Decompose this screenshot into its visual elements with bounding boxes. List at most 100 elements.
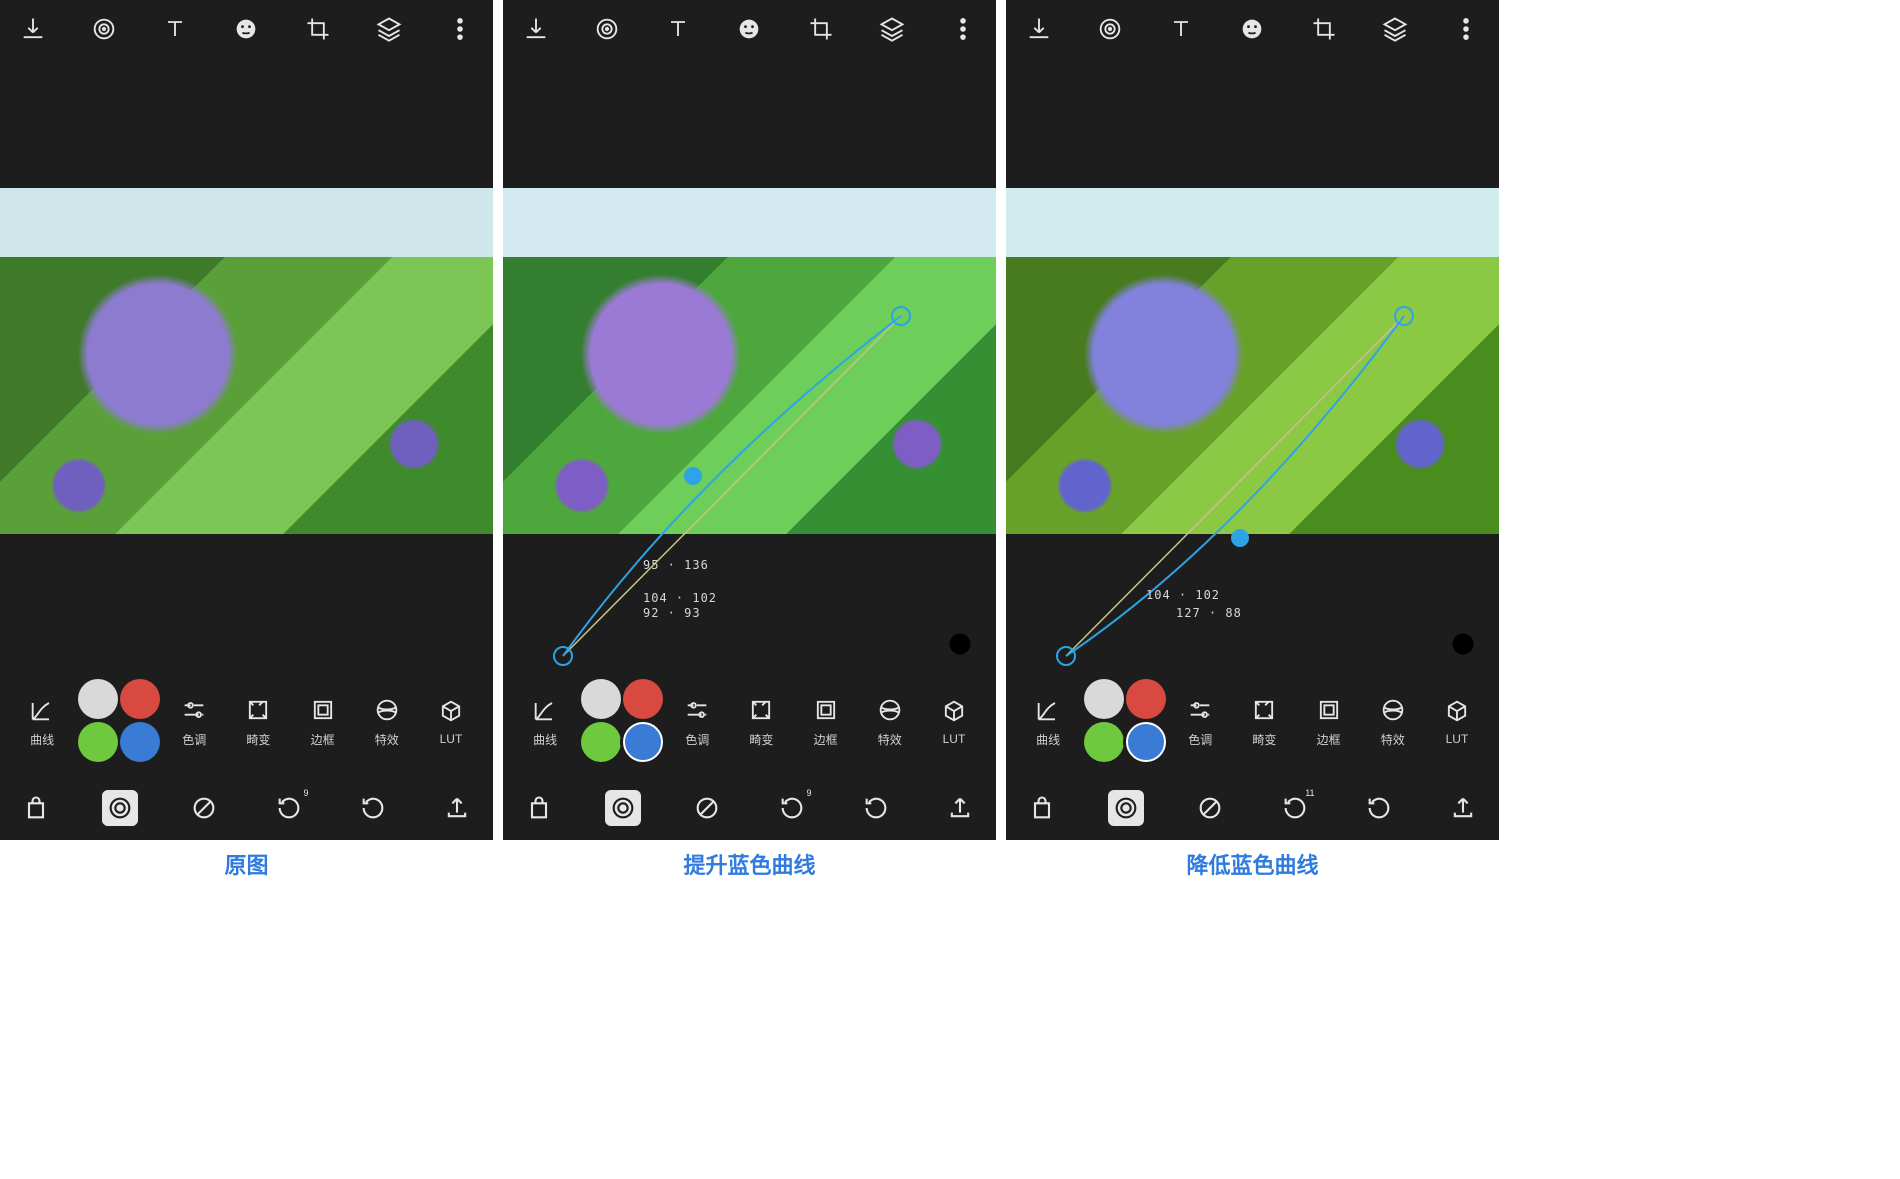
tool-border-label: 边框	[1317, 731, 1341, 748]
tone-icon	[682, 695, 712, 725]
face-icon[interactable]	[229, 12, 263, 46]
text-icon[interactable]	[158, 12, 192, 46]
download-icon[interactable]	[16, 12, 50, 46]
store-icon[interactable]	[18, 790, 54, 826]
download-icon[interactable]	[519, 12, 553, 46]
tool-distort[interactable]: 畸变	[226, 695, 290, 748]
tool-fx-label: 特效	[878, 731, 902, 748]
history-button[interactable]: 9	[271, 790, 307, 826]
layers-icon[interactable]	[372, 12, 406, 46]
more-icon[interactable]	[443, 12, 477, 46]
channel-blue-dot[interactable]	[623, 722, 663, 762]
store-icon[interactable]	[521, 790, 557, 826]
lut-icon	[436, 696, 466, 726]
compare-toggle[interactable]	[605, 790, 641, 826]
tool-border[interactable]: 边框	[291, 695, 355, 748]
tool-tone[interactable]: 色调	[1168, 695, 1232, 748]
edited-photo	[1006, 188, 1499, 534]
compare-toggle[interactable]	[1108, 790, 1144, 826]
tool-tone[interactable]: 色调	[162, 695, 226, 748]
channel-luma-dot[interactable]	[1084, 679, 1124, 719]
compare-toggle[interactable]	[102, 790, 138, 826]
crop-icon[interactable]	[1307, 12, 1341, 46]
tool-curves[interactable]: 曲线	[1016, 695, 1080, 748]
channel-green-dot[interactable]	[1084, 722, 1124, 762]
channel-red-dot[interactable]	[1126, 679, 1166, 719]
channel-luma-dot[interactable]	[581, 679, 621, 719]
image-stage[interactable]: 104 · 102127 · 88	[1006, 58, 1499, 666]
more-icon[interactable]	[1449, 12, 1483, 46]
share-button[interactable]	[942, 790, 978, 826]
disable-effects-icon[interactable]	[186, 790, 222, 826]
channel-red-dot[interactable]	[623, 679, 663, 719]
tool-curves[interactable]: 曲线	[513, 695, 577, 748]
tool-border[interactable]: 边框	[794, 695, 858, 748]
tool-lut[interactable]: LUT	[1425, 696, 1489, 746]
undo-button[interactable]	[1361, 790, 1397, 826]
store-icon[interactable]	[1024, 790, 1060, 826]
edited-photo	[503, 188, 996, 534]
tool-lut-label: LUT	[943, 732, 966, 746]
tool-fx[interactable]: 特效	[858, 695, 922, 748]
tool-strip: 曲线 色调 畸变 边框 特效	[1006, 666, 1499, 776]
crop-icon[interactable]	[301, 12, 335, 46]
curve-channel-picker	[74, 677, 162, 765]
share-button[interactable]	[1445, 790, 1481, 826]
tool-lut[interactable]: LUT	[922, 696, 986, 746]
face-icon[interactable]	[732, 12, 766, 46]
tool-fx[interactable]: 特效	[1361, 695, 1425, 748]
face-icon[interactable]	[1235, 12, 1269, 46]
undo-button[interactable]	[858, 790, 894, 826]
crop-icon[interactable]	[804, 12, 838, 46]
tool-border-label: 边框	[311, 731, 335, 748]
util-bar: 9	[503, 776, 996, 840]
disable-effects-icon[interactable]	[1192, 790, 1228, 826]
more-icon[interactable]	[946, 12, 980, 46]
tool-distort[interactable]: 畸变	[729, 695, 793, 748]
channel-green-dot[interactable]	[78, 722, 118, 762]
curve-readout: 95 · 136	[643, 558, 709, 572]
util-bar: 9	[0, 776, 493, 840]
disable-effects-icon[interactable]	[689, 790, 725, 826]
channel-luma-dot[interactable]	[78, 679, 118, 719]
tool-border[interactable]: 边框	[1297, 695, 1361, 748]
history-count: 9	[807, 788, 812, 798]
layers-icon[interactable]	[875, 12, 909, 46]
channel-blue-dot[interactable]	[120, 722, 160, 762]
history-count: 9	[304, 788, 309, 798]
curve-readout: 104 · 102	[643, 591, 717, 605]
tool-border-label: 边框	[814, 731, 838, 748]
tool-curves[interactable]: 曲线	[10, 695, 74, 748]
top-toolbar	[0, 0, 493, 58]
download-icon[interactable]	[1022, 12, 1056, 46]
reset-curve-icon[interactable]	[946, 630, 976, 660]
undo-button[interactable]	[355, 790, 391, 826]
history-button[interactable]: 9	[774, 790, 810, 826]
channel-blue-dot[interactable]	[1126, 722, 1166, 762]
text-icon[interactable]	[661, 12, 695, 46]
tool-curves-label: 曲线	[533, 731, 557, 748]
adjust-icon[interactable]	[590, 12, 624, 46]
layers-icon[interactable]	[1378, 12, 1412, 46]
share-button[interactable]	[439, 790, 475, 826]
adjust-icon[interactable]	[1093, 12, 1127, 46]
tool-fx[interactable]: 特效	[355, 695, 419, 748]
tool-distort[interactable]: 畸变	[1232, 695, 1296, 748]
tool-tone[interactable]: 色调	[665, 695, 729, 748]
history-button[interactable]: 11	[1277, 790, 1313, 826]
adjust-icon[interactable]	[87, 12, 121, 46]
distort-icon	[746, 695, 776, 725]
distort-icon	[1249, 695, 1279, 725]
channel-red-dot[interactable]	[120, 679, 160, 719]
channel-green-dot[interactable]	[581, 722, 621, 762]
tool-lut[interactable]: LUT	[419, 696, 483, 746]
image-stage[interactable]: 95 · 136104 · 10292 · 93	[503, 58, 996, 666]
tool-curves-label: 曲线	[30, 731, 54, 748]
editor-panel-2: 104 · 102127 · 88 曲线 色调 畸变	[1006, 0, 1499, 840]
lut-icon	[1442, 696, 1472, 726]
image-stage[interactable]	[0, 58, 493, 666]
tool-fx-label: 特效	[375, 731, 399, 748]
curve-readout: 127 · 88	[1176, 606, 1242, 620]
reset-curve-icon[interactable]	[1449, 630, 1479, 660]
text-icon[interactable]	[1164, 12, 1198, 46]
